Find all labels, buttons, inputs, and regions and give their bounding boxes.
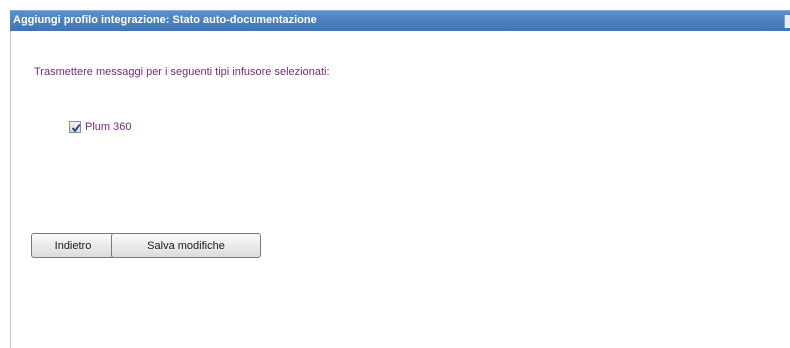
close-icon[interactable] — [784, 15, 790, 28]
check-icon — [71, 123, 81, 133]
plum-360-checkbox[interactable] — [69, 121, 81, 133]
infuser-types-prompt: Trasmettere messaggi per i seguenti tipi… — [34, 66, 330, 78]
dialog-title: Aggiungi profilo integrazione: Stato aut… — [13, 14, 317, 26]
dialog-titlebar[interactable]: Aggiungi profilo integrazione: Stato aut… — [10, 10, 790, 31]
dialog: Aggiungi profilo integrazione: Stato aut… — [0, 0, 790, 348]
plum-360-label: Plum 360 — [85, 121, 132, 133]
back-button[interactable]: Indietro — [31, 233, 115, 258]
save-changes-button[interactable]: Salva modifiche — [111, 233, 261, 258]
dialog-body: Trasmettere messaggi per i seguenti tipi… — [10, 31, 790, 348]
infuser-type-option[interactable]: Plum 360 — [69, 121, 131, 133]
